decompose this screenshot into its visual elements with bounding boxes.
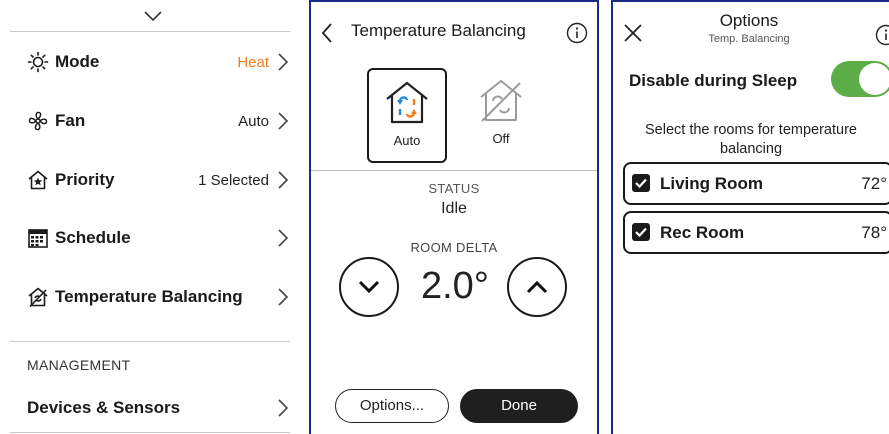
menu-item-label: Schedule <box>55 228 131 247</box>
menu-item-value: Auto <box>238 112 269 130</box>
room-delta-value: 2.0° <box>420 265 490 307</box>
section-header-management: MANAGEMENT <box>27 357 131 373</box>
chevron-right-icon <box>278 399 289 417</box>
back-chevron-icon[interactable] <box>320 22 334 44</box>
menu-item-value: 1 Selected <box>198 171 269 189</box>
house-star-icon <box>28 170 48 190</box>
checkmark-icon <box>635 227 647 238</box>
divider <box>10 31 290 32</box>
sun-icon <box>27 51 49 73</box>
info-icon[interactable] <box>566 22 588 44</box>
house-arrows-off-icon <box>480 80 522 122</box>
divider <box>311 170 597 171</box>
status-value: Idle <box>441 200 467 217</box>
decrease-delta-button[interactable] <box>339 257 399 317</box>
room-temperature: 72° <box>861 174 887 193</box>
menu-item-label: Devices & Sensors <box>27 398 181 417</box>
menu-item-label: Priority <box>55 170 115 189</box>
page-title: Temperature Balancing <box>351 21 526 40</box>
menu-item-priority[interactable]: Priority 1 Selected <box>27 165 289 195</box>
room-name: Living Room <box>660 174 763 193</box>
house-balance-icon <box>28 287 48 308</box>
room-selection-instructions: Select the rooms for temperature balanci… <box>645 122 857 157</box>
chevron-right-icon <box>278 288 289 306</box>
menu-item-temperature-balancing[interactable]: Temperature Balancing <box>27 282 289 312</box>
options-button[interactable]: Options... <box>335 389 449 423</box>
mode-auto-button[interactable]: Auto <box>367 68 447 163</box>
status-label: STATUS <box>428 181 480 196</box>
mode-off-button[interactable]: Off <box>461 68 541 163</box>
checkbox-checked[interactable] <box>632 223 650 241</box>
page-title: Options <box>719 11 779 30</box>
fan-icon <box>28 111 48 131</box>
chevron-up-icon <box>526 280 548 294</box>
calendar-icon <box>28 229 48 248</box>
room-delta-label: ROOM DELTA <box>410 240 498 255</box>
chevron-right-icon <box>278 53 289 71</box>
menu-item-devices-sensors[interactable]: Devices & Sensors <box>27 393 289 423</box>
room-name: Rec Room <box>660 223 745 242</box>
increase-delta-button[interactable] <box>507 257 567 317</box>
temperature-balancing-panel: Temperature Balancing Auto Off STATUS Id… <box>309 0 599 434</box>
menu-item-value: Heat <box>237 53 269 71</box>
done-button[interactable]: Done <box>460 389 578 423</box>
mode-label: Auto <box>393 133 421 148</box>
room-item-rec-room[interactable]: Rec Room 78° <box>623 211 889 254</box>
page-subtitle: Temp. Balancing <box>708 33 790 45</box>
divider <box>10 432 290 433</box>
menu-item-label: Temperature Balancing <box>55 287 243 306</box>
house-arrows-icon <box>386 81 428 124</box>
checkbox-checked[interactable] <box>632 174 650 192</box>
menu-item-label: Mode <box>55 52 100 71</box>
mode-label: Off <box>492 131 510 146</box>
options-panel: Options Temp. Balancing Disable during S… <box>611 0 889 434</box>
divider <box>10 341 290 342</box>
chevron-down-icon[interactable] <box>143 9 163 23</box>
room-item-living-room[interactable]: Living Room 72° <box>623 162 889 205</box>
room-temperature: 78° <box>861 223 887 242</box>
chevron-right-icon <box>278 229 289 247</box>
disable-during-sleep-toggle[interactable] <box>831 61 889 97</box>
chevron-right-icon <box>278 171 289 189</box>
menu-item-mode[interactable]: Mode Heat <box>27 47 289 77</box>
menu-item-schedule[interactable]: Schedule <box>27 223 289 253</box>
settings-menu-panel: Mode Heat Fan Auto Priority 1 Selected S… <box>0 0 304 434</box>
chevron-down-icon <box>358 280 380 294</box>
disable-during-sleep-label: Disable during Sleep <box>629 71 798 90</box>
checkmark-icon <box>635 178 647 189</box>
info-icon[interactable] <box>875 24 889 46</box>
chevron-right-icon <box>278 112 289 130</box>
menu-item-label: Fan <box>55 111 86 130</box>
toggle-knob <box>859 63 889 95</box>
menu-item-fan[interactable]: Fan Auto <box>27 106 289 136</box>
